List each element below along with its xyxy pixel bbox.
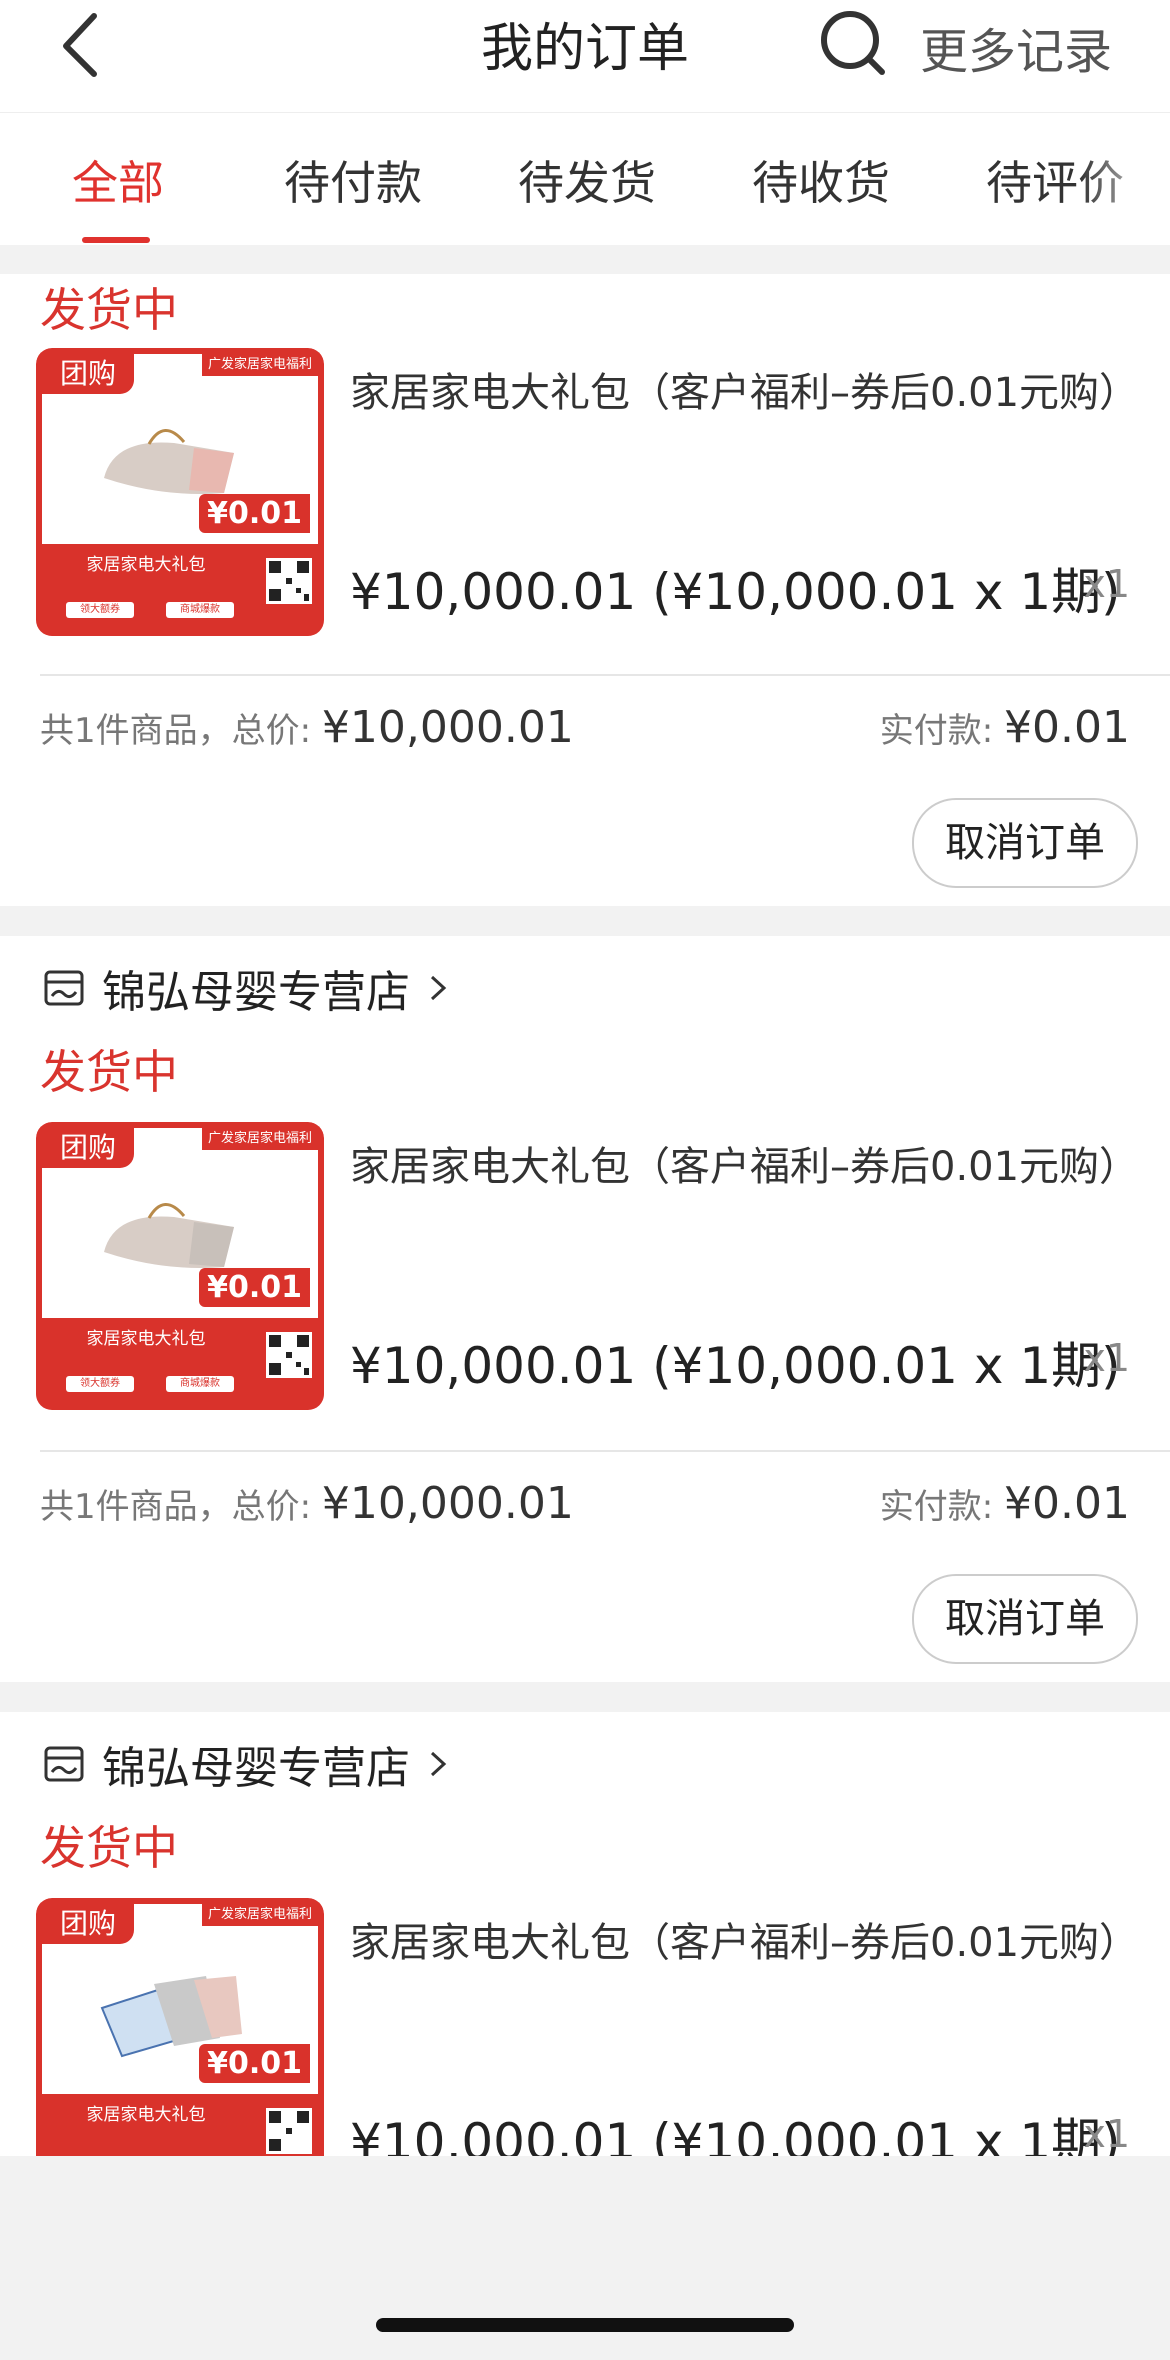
- more-records-link[interactable]: 更多记录: [920, 12, 1112, 82]
- nav-header: 我的订单 更多记录: [0, 0, 1170, 112]
- tab-all[interactable]: 全部: [72, 147, 164, 213]
- promo-price-tag: ¥0.01: [199, 2044, 310, 2083]
- group-buy-badge: 团购: [42, 1128, 134, 1168]
- summary-label: 共1件商品，总价:: [40, 1487, 312, 1527]
- qr-code-icon: [266, 558, 312, 604]
- store-icon: [44, 970, 84, 1006]
- thumbnail-banner: 广发家居家电福利: [202, 1128, 318, 1150]
- search-icon: [821, 11, 885, 75]
- qr-code-icon: [266, 1332, 312, 1378]
- tab-fade-mask: [1080, 113, 1170, 245]
- order-card[interactable]: 锦弘母婴专营店 发货中 团购 广发家居家电福利 ¥0.01 家居家电大礼包 领大…: [0, 936, 1170, 1682]
- product-quantity: x1: [1083, 562, 1130, 606]
- thumbnail-bottom: 家居家电大礼包: [36, 2094, 324, 2156]
- order-status: 发货中: [40, 1045, 178, 1099]
- store-name: 锦弘母婴专营店: [102, 967, 410, 1018]
- product-quantity: x1: [1083, 2112, 1130, 2156]
- thumbnail-bottom: 家居家电大礼包 领大额券 商城爆款: [36, 1318, 324, 1410]
- order-tabs: 全部 待付款 待发货 待收货 待评价: [0, 112, 1170, 245]
- paid-amount: 实付款: ¥0.01: [880, 1478, 1130, 1529]
- thumbnail-title: 家居家电大礼包: [86, 555, 206, 575]
- store-link[interactable]: 锦弘母婴专营店: [44, 1734, 450, 1794]
- product-price: ¥10,000.01 (¥10,000.01 x 1期): [350, 563, 1121, 621]
- summary-label: 共1件商品，总价:: [40, 711, 312, 751]
- order-card[interactable]: 发货中 团购 广发家居家电福利 ¥0.01 家居家电大礼包 领大额券 商城爆款: [0, 274, 1170, 906]
- thumbnail-top: 团购 广发家居家电福利 ¥0.01: [36, 348, 324, 544]
- store-name: 锦弘母婴专营店: [102, 1743, 410, 1794]
- thumbnail-hot-label: 商城爆款: [166, 1376, 234, 1392]
- thumbnail-title: 家居家电大礼包: [86, 1329, 206, 1349]
- thumbnail-banner: 广发家居家电福利: [202, 1904, 318, 1926]
- summary-total: ¥10,000.01: [321, 1478, 574, 1529]
- product-name[interactable]: 家居家电大礼包（客户福利–券后0.01元购）: [350, 1920, 1139, 1966]
- promo-price-tag: ¥0.01: [199, 494, 310, 533]
- thumbnail-title: 家居家电大礼包: [86, 2105, 206, 2125]
- promo-price-tag: ¥0.01: [199, 1268, 310, 1307]
- store-icon: [44, 1746, 84, 1782]
- product-name[interactable]: 家居家电大礼包（客户福利–券后0.01元购）: [350, 370, 1139, 416]
- store-link[interactable]: 锦弘母婴专营店: [44, 958, 450, 1018]
- group-buy-badge: 团购: [42, 354, 134, 394]
- thumbnail-hot-label: 商城爆款: [166, 602, 234, 618]
- qr-code-icon: [266, 2108, 312, 2154]
- order-status: 发货中: [40, 1821, 178, 1875]
- order-status: 发货中: [40, 283, 178, 337]
- thumbnail-top: 团购 广发家居家电福利 ¥0.01: [36, 1898, 324, 2094]
- search-button[interactable]: [818, 8, 888, 78]
- product-thumbnail[interactable]: 团购 广发家居家电福利 ¥0.01 家居家电大礼包 领大额券 商城爆款: [36, 348, 324, 636]
- product-price: ¥10,000.01 (¥10,000.01 x 1期): [350, 1337, 1121, 1395]
- thumbnail-bottom: 家居家电大礼包 领大额券 商城爆款: [36, 544, 324, 636]
- group-buy-badge: 团购: [42, 1904, 134, 1944]
- cancel-order-button[interactable]: 取消订单: [912, 1574, 1138, 1664]
- tab-pending-shipment[interactable]: 待发货: [518, 147, 656, 213]
- summary-total: ¥10,000.01: [321, 702, 574, 753]
- chevron-right-icon: [430, 1751, 447, 1777]
- paid-label: 实付款:: [879, 1487, 994, 1527]
- chevron-right-icon: [430, 975, 447, 1001]
- thumbnail-coupon-label: 领大额券: [66, 1376, 134, 1392]
- divider: [40, 1450, 1170, 1452]
- order-summary: 共1件商品，总价: ¥10,000.01: [40, 1478, 574, 1529]
- thumbnail-top: 团购 广发家居家电福利 ¥0.01: [36, 1122, 324, 1318]
- tab-pending-payment[interactable]: 待付款: [284, 147, 422, 213]
- cancel-order-button[interactable]: 取消订单: [912, 798, 1138, 888]
- paid-value: ¥0.01: [1004, 1478, 1130, 1529]
- home-indicator[interactable]: [376, 2318, 794, 2332]
- divider: [40, 674, 1170, 676]
- product-thumbnail[interactable]: 团购 广发家居家电福利 ¥0.01 家居家电大礼包 领大额券 商城爆款: [36, 1122, 324, 1410]
- paid-amount: 实付款: ¥0.01: [880, 702, 1130, 753]
- thumbnail-coupon-label: 领大额券: [66, 602, 134, 618]
- order-summary: 共1件商品，总价: ¥10,000.01: [40, 702, 574, 753]
- tab-pending-receipt[interactable]: 待收货: [752, 147, 890, 213]
- product-price: ¥10,000.01 (¥10,000.01 x 1期): [350, 2113, 1121, 2156]
- tab-active-indicator: [82, 237, 150, 243]
- product-thumbnail[interactable]: 团购 广发家居家电福利 ¥0.01 家居家电大礼包: [36, 1898, 324, 2156]
- order-card[interactable]: 锦弘母婴专营店 发货中 团购 广发家居家电福利 ¥0.01 家居家电大礼包 家居…: [0, 1712, 1170, 2156]
- product-quantity: x1: [1083, 1336, 1130, 1380]
- thumbnail-banner: 广发家居家电福利: [202, 354, 318, 376]
- paid-value: ¥0.01: [1004, 702, 1130, 753]
- paid-label: 实付款:: [879, 711, 994, 751]
- product-name[interactable]: 家居家电大礼包（客户福利–券后0.01元购）: [350, 1144, 1139, 1190]
